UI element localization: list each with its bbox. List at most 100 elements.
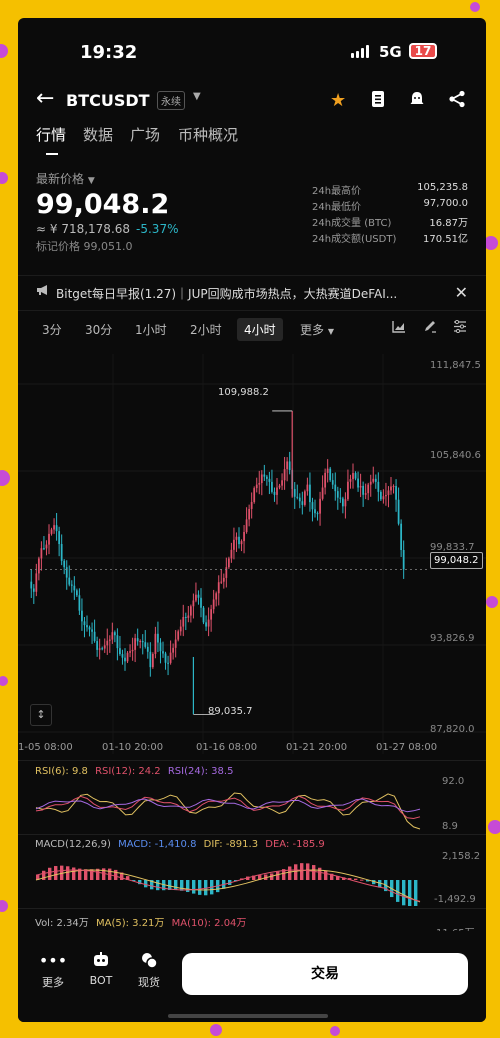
timeframe-more-label: 更多: [300, 323, 325, 337]
candle-body: [278, 485, 281, 488]
candle-body: [73, 585, 76, 591]
candle-body: [131, 649, 134, 652]
expand-icon[interactable]: ↕: [30, 704, 52, 726]
candle-body: [271, 481, 273, 492]
timeframe-2h[interactable]: 2小时: [183, 318, 229, 341]
candle-body: [126, 652, 129, 662]
macd-bar: [306, 863, 310, 880]
drawing-tool-icon[interactable]: [423, 320, 437, 337]
candle-body: [159, 642, 162, 652]
stat-label: 24h成交额(USDT): [312, 234, 397, 245]
y-tick-label: 93,826.9: [430, 633, 475, 644]
candle-body: [68, 577, 71, 585]
candle-body: [298, 497, 301, 502]
candle-body: [43, 548, 45, 550]
macd-bar: [48, 867, 52, 880]
macd-bar: [276, 871, 280, 880]
trade-button[interactable]: 交易: [182, 953, 468, 995]
candle-body: [98, 648, 101, 650]
stat-row: 24h成交额(USDT) 170.51亿: [312, 230, 468, 246]
candle-body: [314, 509, 316, 514]
candle-body: [250, 502, 253, 509]
candle-body: [37, 558, 40, 574]
candle-body: [362, 485, 365, 495]
candle-body: [174, 639, 177, 648]
candle-body: [151, 653, 154, 668]
x-tick-label: 01-21 20:00: [286, 742, 348, 753]
x-tick-label: 01-16 08:00: [196, 742, 258, 753]
latest-price-label[interactable]: 最新价格 ▼: [36, 170, 178, 187]
alert-bell-icon[interactable]: [408, 90, 426, 113]
macd-bar: [198, 880, 202, 895]
candle-body: [311, 502, 314, 510]
timeframe-more[interactable]: 更多 ▼: [293, 318, 341, 341]
candle-body: [70, 584, 73, 586]
macd-bar: [66, 866, 70, 880]
tab-market[interactable]: 行情: [36, 124, 66, 155]
candle-body: [367, 484, 370, 494]
bot-button[interactable]: BOT: [81, 951, 121, 987]
candle-body: [309, 484, 311, 503]
tab-coin-overview[interactable]: 币种概况: [178, 124, 238, 145]
candle-body: [349, 479, 352, 482]
candle-body: [331, 480, 334, 485]
candle-body: [260, 474, 263, 484]
spot-button[interactable]: 现货: [129, 951, 169, 990]
candle-body: [187, 615, 190, 618]
macd-bar: [180, 880, 184, 891]
more-button[interactable]: ••• 更多: [33, 951, 73, 990]
candle-body: [220, 581, 223, 583]
candle-body: [146, 646, 149, 652]
tab-data[interactable]: 数据: [83, 124, 113, 145]
timeframe-1h[interactable]: 1小时: [128, 318, 174, 341]
chart-type-icon[interactable]: [392, 320, 406, 337]
bg-dot: [0, 44, 8, 58]
candle-body: [108, 639, 111, 641]
candle-body: [189, 606, 192, 616]
candle-body: [129, 651, 131, 653]
candle-body: [392, 486, 395, 488]
macd-bottom: -1,492.9: [434, 894, 476, 905]
indicator-settings-icon[interactable]: [453, 319, 467, 337]
volume-legend: Vol: 2.34万 MA(5): 3.21万 MA(10): 2.04万: [35, 914, 246, 929]
stat-value: 105,235.8: [417, 182, 468, 193]
timeframe-4h[interactable]: 4小时: [237, 318, 283, 341]
rsi12-label: RSI(12): 24.2: [95, 766, 161, 777]
candle-body: [364, 493, 367, 495]
candle-body: [197, 594, 200, 598]
bg-dot: [210, 1024, 222, 1036]
back-arrow-icon[interactable]: ←: [36, 86, 54, 111]
stat-value: 16.87万: [429, 218, 468, 229]
spot-icon: [129, 951, 169, 971]
timeframe-3m[interactable]: 3分: [35, 318, 69, 341]
candle-body: [195, 594, 197, 601]
macd-plot: [35, 863, 421, 906]
candle-body: [48, 533, 50, 545]
candle-body: [55, 525, 58, 532]
candle-body: [78, 595, 81, 611]
candle-body: [53, 525, 55, 530]
candle-body: [93, 631, 96, 642]
candle-body: [119, 648, 121, 655]
macd-signal-line: [35, 869, 421, 903]
candle-body: [86, 625, 88, 628]
favorite-star-icon[interactable]: ★: [330, 90, 346, 111]
symbol-title[interactable]: BTCUSDT: [66, 91, 150, 110]
timeframe-30m[interactable]: 30分: [78, 318, 119, 341]
close-icon[interactable]: ✕: [455, 283, 468, 302]
price-change: -5.37%: [136, 222, 179, 236]
x-tick-label: 01-10 20:00: [102, 742, 164, 753]
rsi24-label: RSI(24): 38.5: [167, 766, 234, 777]
last-price: 99,048.2: [36, 189, 170, 220]
share-icon[interactable]: [448, 90, 466, 113]
candle-body: [136, 638, 139, 642]
notes-icon[interactable]: [370, 90, 386, 113]
candle-body: [205, 622, 207, 627]
symbol-dropdown-icon[interactable]: ▼: [193, 91, 201, 102]
candle-body: [144, 642, 147, 647]
candle-body: [91, 629, 93, 632]
news-text[interactable]: Bitget每日早报(1.27)｜JUP回购成市场热点，大热赛道DeFAI...: [56, 285, 426, 302]
tab-square[interactable]: 广场: [130, 124, 160, 145]
rsi6-label: RSI(6): 9.8: [35, 766, 88, 777]
news-banner[interactable]: Bitget每日早报(1.27)｜JUP回购成市场热点，大热赛道DeFAI...…: [18, 275, 486, 311]
